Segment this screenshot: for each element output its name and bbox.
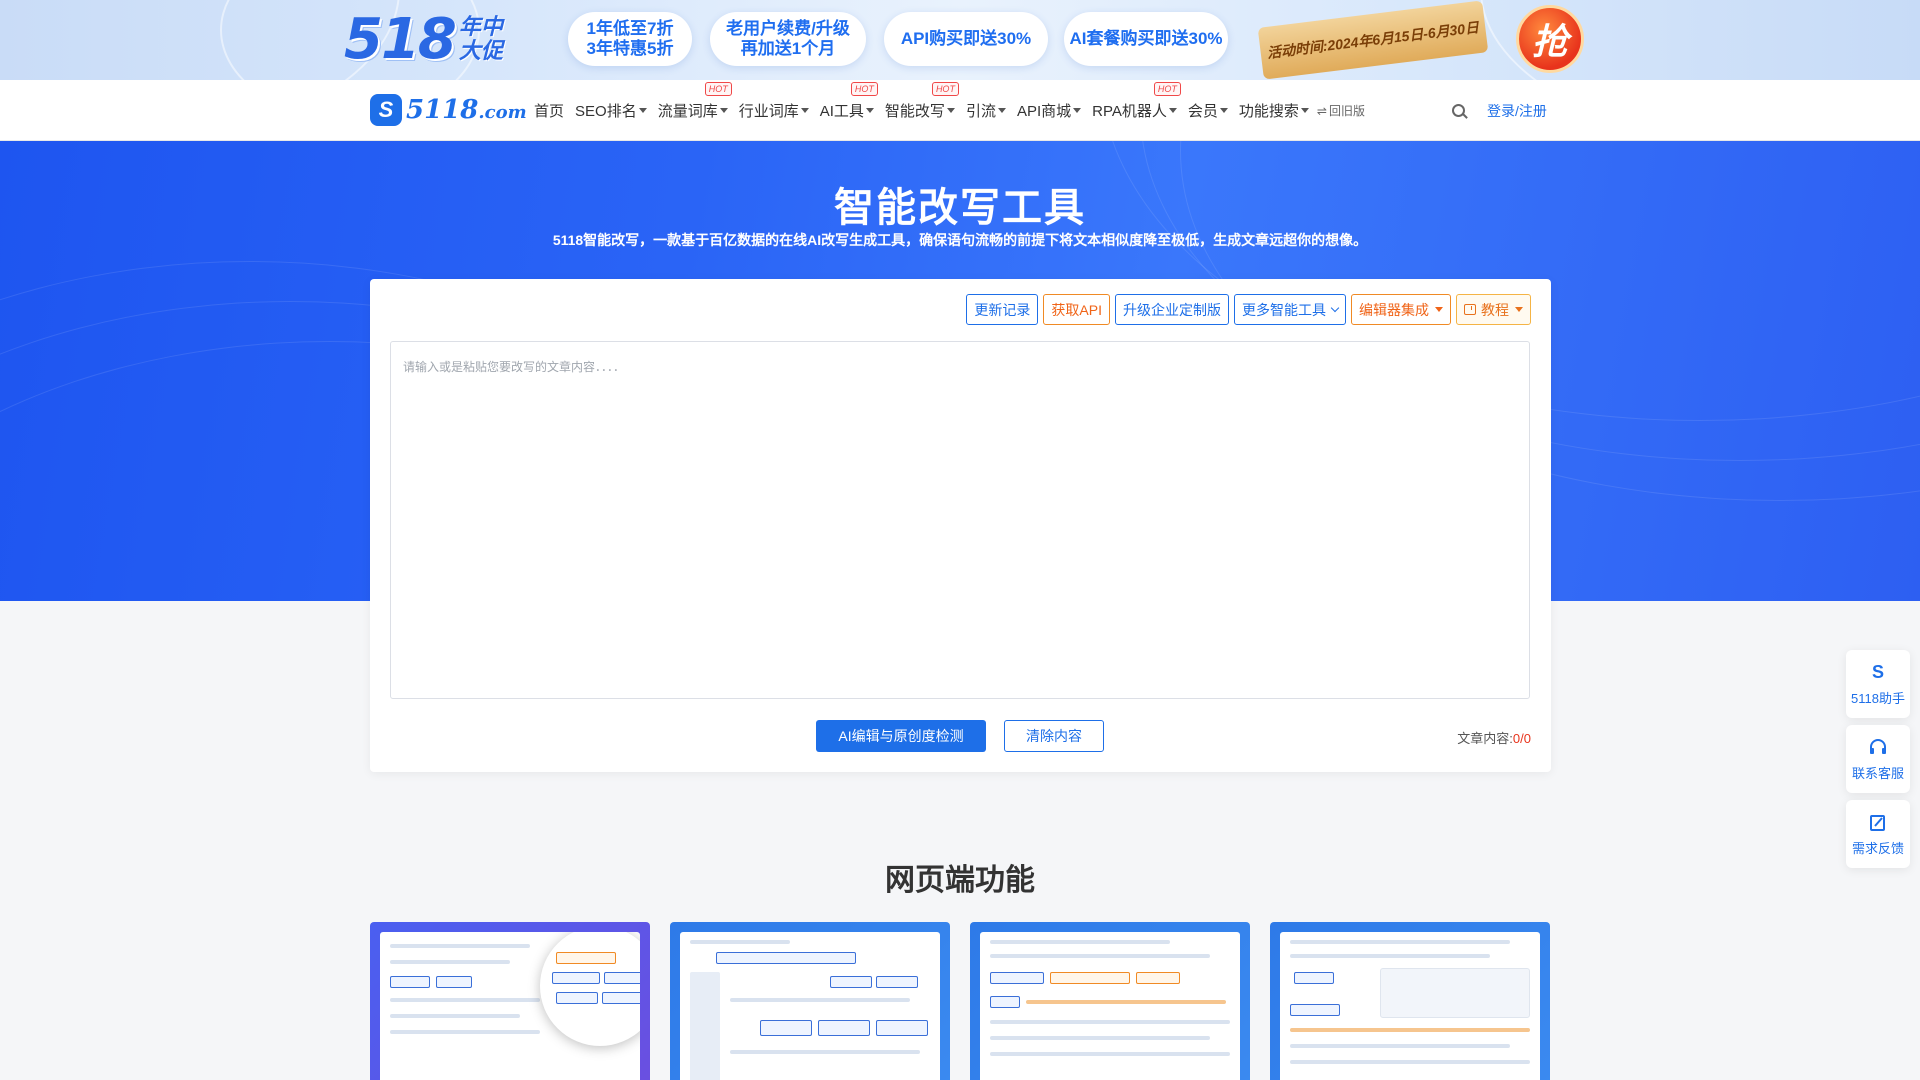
caret-down-icon — [997, 108, 1006, 113]
switch-icon: ⇌ — [1316, 103, 1327, 118]
enterprise-upgrade-label: 升级企业定制版 — [1123, 301, 1221, 318]
feedback-label: 需求反馈 — [1851, 840, 1904, 856]
nav-menu: 首页 SEO排名 流量词库 HOT 行业词库 AI工具 HOT 智能改写 HOT 引流 API商城 R… — [534, 80, 1365, 141]
promo-logo: 518 年中 大促 — [344, 6, 503, 72]
site-logo[interactable]: S 5118.com — [370, 94, 527, 126]
assistant-float-button[interactable]: S 5118助手 — [1846, 650, 1910, 718]
feature-screenshot-1[interactable] — [370, 922, 650, 1080]
article-word-count: 文章内容:0/0 — [1457, 728, 1531, 747]
promo-logo-number: 518 — [344, 6, 457, 72]
caret-down-icon — [1300, 108, 1309, 113]
logo-text: 5118 — [406, 95, 479, 125]
nav-item-label: 引流 — [965, 103, 996, 120]
page-subtitle: 5118智能改写，一款基于百亿数据的在线AI改写生成工具，确保语句流畅的前提下将… — [552, 232, 1368, 248]
rewrite-editor-card: 更新记录 获取API 升级企业定制版 更多智能工具 编辑器集成 教程 AI编辑与… — [370, 279, 1551, 772]
changelog-button[interactable]: 更新记录 — [966, 294, 1039, 325]
feature-screenshot-3[interactable] — [970, 922, 1250, 1080]
changelog-label: 更新记录 — [974, 301, 1031, 318]
nav-item-4[interactable]: AI工具 HOT — [819, 82, 878, 121]
login-register-link[interactable]: 登录/注册 — [1487, 101, 1547, 121]
nav-item-label: 行业词库 — [738, 103, 799, 120]
more-tools-dropdown[interactable]: 更多智能工具 — [1234, 294, 1346, 325]
logo-domain: .com — [478, 102, 527, 123]
feature-screenshot-2[interactable] — [670, 922, 950, 1080]
tutorial-label: 教程 — [1481, 301, 1509, 318]
nav-item-label: AI工具 — [819, 103, 864, 120]
promo-pill-renewal[interactable]: 老用户续费/升级 再加送1个月 — [710, 12, 866, 66]
enterprise-upgrade-button[interactable]: 升级企业定制版 — [1115, 294, 1229, 325]
word-count-label: 文章内容: — [1457, 731, 1513, 746]
assistant-logo-icon: S — [1871, 662, 1884, 682]
article-input[interactable] — [390, 341, 1530, 699]
feature-screenshot-4[interactable] — [1270, 922, 1550, 1080]
editor-integration-label: 编辑器集成 — [1359, 301, 1429, 318]
support-float-button[interactable]: 联系客服 — [1846, 725, 1910, 793]
nav-item-label: SEO排名 — [575, 103, 637, 120]
caret-down-icon — [1073, 108, 1082, 113]
caret-down-icon — [1515, 307, 1523, 312]
features-title: 网页端功能 — [885, 864, 1035, 897]
nav-item-5[interactable]: 智能改写 HOT — [884, 82, 959, 121]
nav-item-label: 首页 — [534, 103, 565, 120]
promo-logo-sub-2: 大促 — [458, 38, 503, 63]
promo-banner[interactable]: 518 年中 大促 1年低至7折 3年特惠5折 老用户续费/升级 再加送1个月 … — [0, 0, 1920, 80]
promo-pill-api[interactable]: API购买即送30% — [884, 12, 1048, 66]
support-label: 联系客服 — [1851, 765, 1904, 781]
get-api-label: 获取API — [1051, 301, 1102, 318]
nav-item-10[interactable]: 功能搜索 — [1239, 100, 1309, 121]
clear-content-button[interactable]: 清除内容 — [1004, 720, 1104, 752]
old-version-link[interactable]: ⇌ 回旧版 — [1317, 102, 1365, 119]
promo-logo-sub-1: 年中 — [458, 14, 503, 39]
caret-down-icon — [800, 108, 809, 113]
word-count-value: 0/0 — [1512, 731, 1531, 746]
caret-down-icon — [946, 108, 955, 113]
old-version-label: 回旧版 — [1328, 104, 1365, 118]
promo-date-ribbon: 活动时间:2024年6月15日-6月30日 — [1257, 0, 1489, 80]
nav-item-label: 会员 — [1187, 103, 1218, 120]
promo-grab-button[interactable]: 抢 — [1516, 5, 1584, 73]
nav-item-1[interactable]: SEO排名 — [575, 100, 647, 121]
page-title: 智能改写工具 — [834, 186, 1086, 230]
hot-badge: HOT — [850, 82, 878, 96]
promo-pill-discount[interactable]: 1年低至7折 3年特惠5折 — [568, 12, 692, 66]
hot-badge: HOT — [1153, 82, 1181, 96]
promo-pill-ai-package[interactable]: AI套餐购买即送30% — [1064, 12, 1228, 66]
nav-item-label: 智能改写 — [884, 103, 945, 120]
get-api-button[interactable]: 获取API — [1043, 294, 1110, 325]
book-icon — [1464, 304, 1476, 315]
caret-down-icon — [1435, 307, 1443, 312]
ai-edit-originality-button[interactable]: AI编辑与原创度检测 — [816, 720, 986, 752]
nav-item-3[interactable]: 行业词库 — [739, 100, 809, 121]
editor-toolbar: 更新记录 获取API 升级企业定制版 更多智能工具 编辑器集成 教程 — [961, 294, 1531, 325]
more-tools-label: 更多智能工具 — [1242, 301, 1326, 318]
nav-item-8[interactable]: RPA机器人 HOT — [1092, 82, 1181, 121]
nav-item-label: API商城 — [1016, 103, 1072, 120]
caret-down-icon — [865, 108, 874, 113]
tutorial-dropdown[interactable]: 教程 — [1456, 294, 1531, 325]
chevron-down-icon — [1330, 303, 1340, 313]
top-nav: S 5118.com 首页 SEO排名 流量词库 HOT 行业词库 AI工具 HOT 智能改写… — [0, 80, 1920, 141]
nav-item-7[interactable]: API商城 — [1016, 100, 1082, 121]
caret-down-icon — [719, 108, 728, 113]
editor-integration-dropdown[interactable]: 编辑器集成 — [1351, 294, 1451, 325]
caret-down-icon — [1219, 108, 1228, 113]
assistant-label: 5118助手 — [1851, 690, 1905, 706]
logo-mark-icon: S — [370, 94, 402, 126]
caret-down-icon — [1168, 108, 1177, 113]
headset-icon — [1867, 737, 1889, 759]
hot-badge: HOT — [931, 82, 959, 96]
nav-item-9[interactable]: 会员 — [1188, 100, 1228, 121]
nav-item-label: 流量词库 — [657, 103, 718, 120]
edit-note-icon — [1867, 812, 1889, 834]
hot-badge: HOT — [704, 82, 732, 96]
feedback-float-button[interactable]: 需求反馈 — [1846, 800, 1910, 868]
search-icon[interactable] — [1452, 104, 1465, 117]
nav-item-6[interactable]: 引流 — [966, 100, 1006, 121]
nav-item-label: RPA机器人 — [1092, 103, 1167, 120]
caret-down-icon — [638, 108, 647, 113]
nav-item-0[interactable]: 首页 — [534, 100, 564, 121]
nav-item-2[interactable]: 流量词库 HOT — [657, 82, 732, 121]
nav-item-label: 功能搜索 — [1238, 103, 1299, 120]
